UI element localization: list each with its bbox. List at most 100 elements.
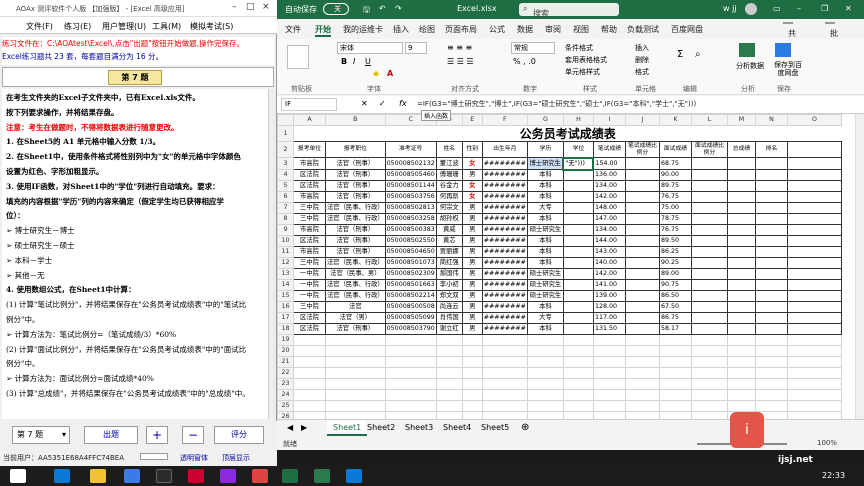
table-cell[interactable] — [562, 268, 594, 280]
table-cell[interactable]: 050008503258 — [384, 213, 437, 225]
table-cell[interactable]: 市高院 — [293, 224, 326, 236]
row-header[interactable]: 16 — [277, 301, 294, 313]
table-cell[interactable] — [461, 345, 483, 357]
table-cell[interactable] — [690, 246, 728, 258]
app-icon-red[interactable] — [188, 469, 204, 483]
column-title[interactable]: 排名 — [754, 141, 788, 158]
table-cell[interactable] — [624, 191, 660, 203]
table-cell[interactable] — [435, 378, 463, 390]
table-cell[interactable]: 050008502132 — [384, 157, 437, 170]
column-header[interactable]: F — [481, 114, 528, 126]
app-icon-blue[interactable] — [346, 469, 362, 483]
table-cell[interactable] — [690, 202, 728, 214]
baidu-save-icon[interactable] — [775, 43, 791, 57]
table-cell[interactable]: 本科 — [526, 323, 564, 335]
table-cell[interactable] — [658, 411, 692, 419]
table-cell[interactable]: 050008500508 — [384, 301, 437, 313]
ribbon-display-icon[interactable]: ▭ — [773, 4, 781, 13]
table-cell[interactable] — [325, 356, 386, 368]
table-cell[interactable]: ######## — [481, 279, 528, 291]
table-cell[interactable]: ######## — [481, 301, 528, 313]
table-cell[interactable]: 050008501663 — [384, 279, 437, 291]
table-cell[interactable]: 贾丽娜 — [435, 246, 463, 258]
table-cell[interactable] — [384, 356, 437, 368]
table-cell[interactable] — [526, 378, 564, 390]
column-header[interactable]: O — [786, 114, 842, 126]
table-cell[interactable]: 男 — [461, 257, 483, 269]
fill-color-icon[interactable]: ◆ — [373, 69, 379, 78]
table-cell[interactable]: 76.75 — [658, 224, 692, 236]
table-cell[interactable]: 法官（刑事） — [325, 224, 386, 236]
app-icon-purple[interactable] — [220, 469, 236, 483]
table-cell[interactable] — [786, 334, 842, 346]
table-cell[interactable] — [690, 334, 728, 346]
table-cell[interactable] — [562, 202, 594, 214]
table-cell[interactable] — [786, 213, 842, 225]
table-cell[interactable] — [562, 279, 594, 291]
number-icons[interactable]: % , .0 — [513, 57, 536, 66]
chuti-button[interactable]: 出题 — [84, 426, 138, 444]
table-cell[interactable]: 一中院 — [293, 279, 326, 291]
table-cell[interactable] — [435, 411, 463, 419]
table-cell[interactable] — [624, 411, 660, 419]
row-header[interactable]: 22 — [277, 367, 294, 379]
table-cell[interactable] — [325, 345, 386, 357]
table-cell[interactable] — [726, 180, 756, 192]
table-cell[interactable]: 男 — [461, 235, 483, 247]
menu-practice[interactable]: 练习(E) — [64, 21, 91, 32]
table-cell[interactable] — [726, 213, 756, 225]
table-cell[interactable] — [786, 235, 842, 247]
table-cell[interactable]: 89.50 — [658, 235, 692, 247]
table-cell[interactable] — [624, 334, 660, 346]
table-cell[interactable] — [562, 246, 594, 258]
table-cell[interactable] — [325, 367, 386, 379]
column-title[interactable]: 笔试成绩 — [592, 141, 626, 158]
table-cell[interactable]: 050008505099 — [384, 312, 437, 324]
column-header[interactable]: K — [658, 114, 692, 126]
table-cell[interactable] — [481, 378, 528, 390]
table-cell[interactable]: 一中院 — [293, 290, 326, 302]
halign-icons[interactable]: ☰ ☰ ☰ — [447, 57, 474, 66]
table-cell[interactable]: ######## — [481, 224, 528, 236]
row-header[interactable]: 19 — [277, 334, 294, 346]
table-cell[interactable] — [384, 378, 437, 390]
table-cell[interactable] — [754, 367, 788, 379]
row-header[interactable]: 15 — [277, 290, 294, 302]
column-header[interactable]: G — [526, 114, 564, 126]
table-cell[interactable] — [562, 301, 594, 313]
table-cell[interactable] — [786, 246, 842, 258]
table-cell[interactable] — [690, 213, 728, 225]
row-header[interactable]: 6 — [277, 191, 294, 203]
row-header[interactable]: 17 — [277, 312, 294, 324]
table-cell[interactable] — [786, 202, 842, 214]
table-cell[interactable] — [786, 257, 842, 269]
table-cell[interactable] — [690, 356, 728, 368]
cell-style-button[interactable]: 单元格样式 — [565, 67, 600, 77]
italic-icon[interactable]: I — [353, 57, 355, 66]
table-cell[interactable] — [526, 367, 564, 379]
table-cell[interactable]: 女 — [461, 157, 483, 170]
sheet-tab-1[interactable]: Sheet1 — [327, 421, 368, 436]
table-cell[interactable]: 胡孙权 — [435, 213, 463, 225]
table-cell[interactable] — [293, 356, 326, 368]
menu-user[interactable]: 用户管理(U) — [102, 21, 146, 32]
table-cell[interactable] — [786, 356, 842, 368]
table-cell[interactable] — [562, 290, 594, 302]
table-cell[interactable]: 男 — [461, 213, 483, 225]
table-cell[interactable] — [461, 334, 483, 346]
table-cell[interactable] — [435, 389, 463, 401]
table-format-button[interactable]: 套用表格格式 — [565, 55, 607, 65]
tab-draw[interactable]: 绘图 — [419, 24, 435, 35]
column-title[interactable]: 姓名 — [435, 141, 463, 158]
column-header[interactable]: L — [690, 114, 728, 126]
table-cell[interactable] — [481, 345, 528, 357]
sheet-title[interactable]: 公务员考试成绩表 — [294, 126, 842, 142]
delete-cells-button[interactable]: 删除 — [635, 55, 649, 65]
table-cell[interactable]: 89.75 — [658, 180, 692, 192]
table-cell[interactable]: 050008501073 — [384, 257, 437, 269]
table-cell[interactable]: 128.00 — [592, 301, 626, 313]
table-cell[interactable]: 140.00 — [592, 257, 626, 269]
table-cell[interactable] — [592, 411, 626, 419]
table-cell[interactable] — [325, 411, 386, 419]
row-header[interactable]: 4 — [277, 169, 294, 181]
